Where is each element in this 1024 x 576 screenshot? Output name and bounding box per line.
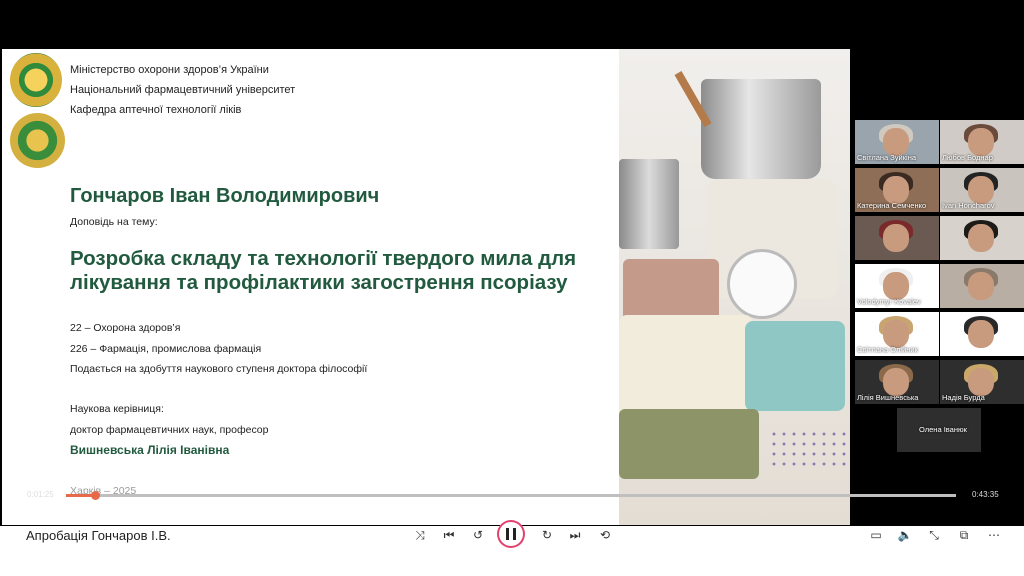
more-options-icon[interactable]: ⋯ — [986, 527, 1002, 543]
participant-name: Любов Боднар — [942, 153, 993, 162]
participant-name: Олена Іванюк — [919, 425, 967, 434]
olive-soap-bar — [619, 409, 759, 479]
department-logo — [10, 113, 65, 168]
participant-tile[interactable]: Надія Бурда — [940, 360, 1024, 404]
elapsed-time: 0:01:25 — [27, 490, 54, 499]
volume-mute-icon[interactable]: 🔈 — [897, 527, 913, 543]
specialty-code-22: 22 – Охорона здоров’я — [70, 322, 181, 334]
participant-tile[interactable] — [940, 312, 1024, 356]
participant-tile[interactable]: Світлана Зуйкіна — [855, 120, 939, 164]
university-name: Національний фармацевтичний університет — [70, 84, 296, 96]
participant-tile[interactable] — [855, 216, 939, 260]
pause-button[interactable] — [497, 520, 525, 548]
shuffle-icon[interactable]: ⤨ — [412, 527, 428, 543]
participant-name: Ivan Honcharov — [942, 201, 995, 210]
ministry-name: Міністерство охорони здоров’я України — [70, 64, 269, 76]
specialty-code-226: 226 – Фармація, промислова фармація — [70, 343, 262, 355]
small-pot — [619, 159, 679, 249]
participant-tile[interactable]: Volodymyr Kovalev — [855, 264, 939, 308]
participant-name: Лілія Вишневська — [857, 393, 919, 402]
presentation-slide: Міністерство охорони здоров’я України На… — [2, 49, 850, 525]
supervisor-label: Наукова керівниця: — [70, 403, 164, 415]
supervisor-name: Вишневська Лілія Іванівна — [70, 443, 230, 457]
participant-tile[interactable] — [940, 216, 1024, 260]
supervisor-title: доктор фармацевтичних наук, професор — [70, 424, 269, 436]
kitchen-scale — [727, 249, 797, 319]
participant-face — [968, 128, 994, 156]
participant-tile[interactable]: Катерина Семченко — [855, 168, 939, 212]
participant-face — [883, 272, 909, 300]
participant-tile[interactable]: Ivan Honcharov — [940, 168, 1024, 212]
participant-name: Світлана Олійник — [857, 345, 918, 354]
participant-tile[interactable]: Олена Іванюк — [897, 408, 981, 452]
participant-face — [968, 320, 994, 348]
participant-face — [883, 176, 909, 204]
participant-name: Світлана Зуйкіна — [857, 153, 917, 162]
rewind-10-icon[interactable]: ↺ — [470, 527, 486, 543]
participant-face — [883, 368, 909, 396]
participant-tile[interactable]: Світлана Олійник — [855, 312, 939, 356]
degree-line: Подається на здобуття наукового ступеня … — [70, 363, 368, 375]
participant-face — [968, 176, 994, 204]
participant-name: Volodymyr Kovalev — [857, 297, 921, 306]
video-title: Апробація Гончаров І.В. — [26, 528, 171, 543]
miniplayer-icon[interactable]: ⧉ — [956, 527, 972, 543]
participant-name: Катерина Семченко — [857, 201, 927, 210]
next-icon[interactable]: ⏭ — [567, 527, 583, 543]
participant-face — [883, 224, 909, 252]
previous-icon[interactable]: ⏮ — [441, 527, 457, 543]
participant-face — [883, 320, 909, 348]
pharmacy-university-logo — [10, 53, 62, 107]
department-name: Кафедра аптечної технології ліків — [70, 104, 242, 116]
total-time: 0:43:35 — [972, 490, 999, 499]
report-topic: Розробка складу та технології твердого м… — [70, 247, 577, 294]
participant-face — [968, 224, 994, 252]
progress-track[interactable] — [66, 494, 956, 497]
teal-soap-bar — [745, 321, 845, 411]
participant-face — [968, 272, 994, 300]
video-player: Міністерство охорони здоров’я України На… — [0, 0, 1024, 576]
shrink-icon[interactable]: ⤡ — [926, 527, 942, 543]
participant-tile[interactable]: Лілія Вишневська — [855, 360, 939, 404]
lavender-sprigs — [769, 429, 849, 469]
repeat-off-icon[interactable]: ⟲ — [597, 527, 613, 543]
slide-text-area: Міністерство охорони здоров’я України На… — [2, 49, 619, 525]
participant-name: Надія Бурда — [942, 393, 985, 402]
forward-30-icon[interactable]: ↻ — [539, 527, 555, 543]
cast-icon[interactable]: ▭ — [868, 527, 884, 543]
participant-tile[interactable] — [940, 264, 1024, 308]
participant-face — [883, 128, 909, 156]
author-name: Гончаров Іван Володимирович — [70, 185, 380, 207]
steel-pot — [701, 79, 821, 179]
soap-photo — [619, 49, 850, 525]
report-label: Доповідь на тему: — [70, 216, 158, 228]
participant-tile[interactable]: Любов Боднар — [940, 120, 1024, 164]
participant-face — [968, 368, 994, 396]
